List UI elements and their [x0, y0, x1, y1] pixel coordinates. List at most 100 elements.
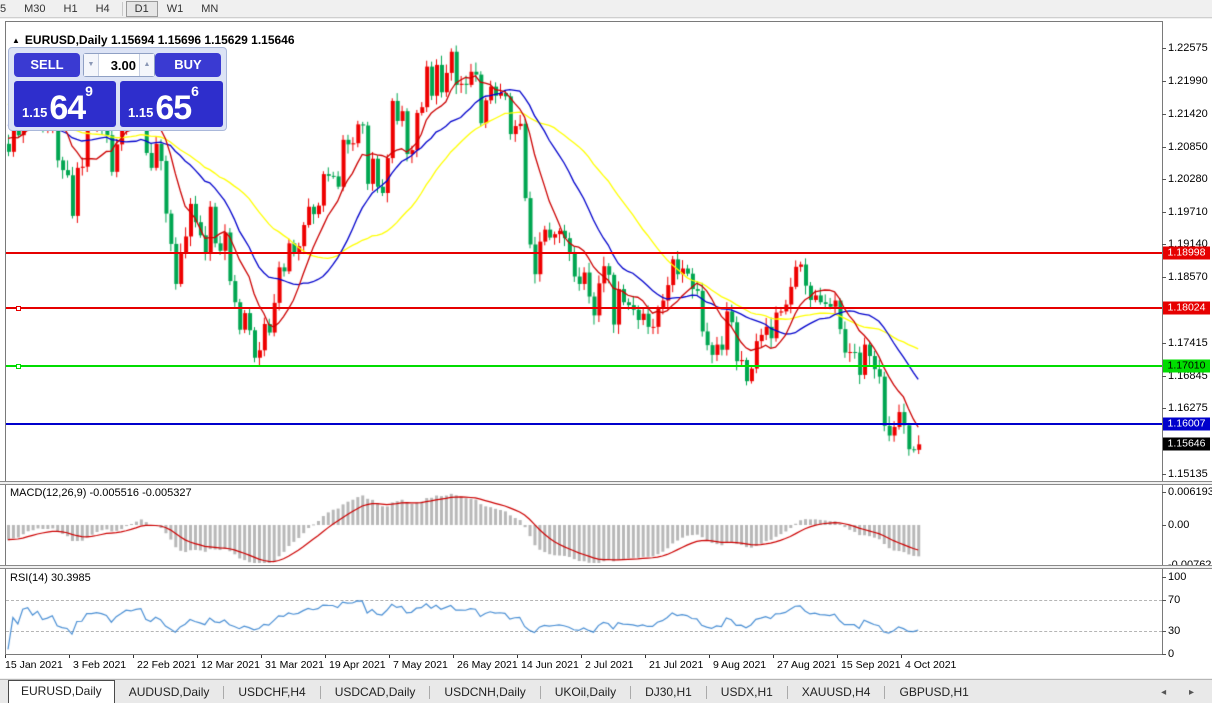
- date-label: 12 Mar 2021: [201, 659, 260, 671]
- horizontal-line-1.17010[interactable]: [6, 365, 1162, 368]
- date-tickmark: [517, 655, 518, 658]
- timeframe-button-5[interactable]: 5: [0, 1, 15, 17]
- quote-high: 1.15696: [157, 33, 202, 47]
- axis-tickmark: [1162, 179, 1166, 181]
- chart-tab-usdcad[interactable]: USDCAD,Daily: [321, 682, 430, 703]
- chart-tab-usdchf[interactable]: USDCHF,H4: [224, 682, 319, 703]
- chart-tab-usdcnh[interactable]: USDCNH,Daily: [430, 682, 539, 703]
- mt4-app: 5 M30 H1 H4 D1 W1 MN ▲ EURUSD,Daily 1.15694 1.1…: [0, 0, 1212, 703]
- chart-tab-usdx[interactable]: USDX,H1: [707, 682, 787, 703]
- volume-decrease-button[interactable]: ▼: [84, 54, 99, 76]
- timeframe-button-h4[interactable]: H4: [87, 1, 119, 17]
- date-label: 15 Sep 2021: [841, 659, 901, 671]
- volume-stepper: ▼ ▲: [83, 53, 155, 77]
- rsi-axis-tick: 0: [1168, 648, 1175, 660]
- date-tickmark: [69, 655, 70, 658]
- horizontal-line-1.16007[interactable]: [6, 422, 1162, 425]
- bid-big-digits: 64: [49, 88, 86, 127]
- price-axis-tick: 1.21990: [1168, 75, 1208, 88]
- sell-button[interactable]: SELL: [14, 53, 80, 77]
- line-anchor-marker[interactable]: [16, 363, 21, 369]
- chart-tab-ukoil[interactable]: UKOil,Daily: [541, 682, 630, 703]
- macd-indicator-label: MACD(12,26,9) -0.005516 -0.005327: [10, 487, 192, 499]
- timeframe-button-w1[interactable]: W1: [158, 1, 193, 17]
- chart-tab-audusd[interactable]: AUDUSD,Daily: [115, 682, 224, 703]
- axis-tickmark: [1162, 525, 1166, 526]
- macd-axis-tick: 0.00: [1168, 519, 1190, 531]
- date-label: 7 May 2021: [393, 659, 448, 671]
- line-anchor-marker[interactable]: [16, 305, 21, 311]
- rsi-pane-splitter[interactable]: [0, 565, 1212, 569]
- date-label: 27 Aug 2021: [777, 659, 836, 671]
- volume-input[interactable]: [99, 54, 139, 76]
- quote-low: 1.15629: [204, 33, 248, 47]
- date-tickmark: [901, 655, 902, 658]
- date-tickmark: [5, 655, 6, 658]
- price-axis-tick: 1.19710: [1168, 205, 1208, 218]
- price-axis-tick: 1.17415: [1168, 337, 1208, 350]
- one-click-trading-panel: SELL ▼ ▲ BUY 1.15 64 9 1.15 65 6: [8, 47, 227, 131]
- volume-increase-button[interactable]: ▲: [139, 54, 154, 76]
- macd-pane-splitter[interactable]: [0, 481, 1212, 485]
- rsi-axis-tick: 70: [1168, 594, 1181, 607]
- axis-tickmark: [1162, 630, 1166, 632]
- timeframe-button-m30[interactable]: M30: [15, 1, 54, 17]
- chart-tab-xauusd[interactable]: XAUUSD,H4: [788, 682, 885, 703]
- horizontal-line-1.18998[interactable]: [6, 251, 1162, 254]
- timeframe-button-h1[interactable]: H1: [55, 1, 87, 17]
- price-level-tag-1.18998: 1.18998: [1163, 246, 1210, 260]
- buy-button[interactable]: BUY: [155, 53, 221, 77]
- axis-tickmark: [1162, 492, 1166, 494]
- price-axis-tick: 1.22575: [1168, 42, 1208, 54]
- date-label: 26 May 2021: [457, 659, 518, 671]
- date-label: 3 Feb 2021: [73, 659, 127, 671]
- date-label: 31 Mar 2021: [265, 659, 324, 671]
- date-tickmark: [709, 655, 710, 658]
- ask-big-digits: 65: [155, 88, 192, 127]
- price-axis-tick: 1.20280: [1168, 173, 1208, 186]
- price-level-tag-1.18024: 1.18024: [1163, 301, 1210, 315]
- price-level-tag-1.17010: 1.17010: [1163, 359, 1210, 373]
- chart-tab-dj30[interactable]: DJ30,H1: [631, 682, 706, 703]
- date-tickmark: [773, 655, 774, 658]
- chart-tab-eurusd[interactable]: EURUSD,Daily: [8, 680, 115, 703]
- date-tickmark: [837, 655, 838, 658]
- date-tickmark: [645, 655, 646, 658]
- axis-tickmark: [1162, 211, 1166, 213]
- axis-tickmark: [1162, 343, 1166, 345]
- date-tickmark: [261, 655, 262, 658]
- price-axis-tick: 1.21420: [1168, 108, 1208, 121]
- horizontal-line-1.18024[interactable]: [6, 307, 1162, 310]
- price-axis-tick: 1.16275: [1168, 402, 1208, 415]
- chart-tab-gbpusd[interactable]: GBPUSD,H1: [885, 682, 982, 703]
- bid-price-button[interactable]: 1.15 64 9: [14, 81, 116, 127]
- axis-tickmark: [1162, 375, 1166, 377]
- axis-tickmark: [1162, 146, 1166, 148]
- axis-tickmark: [1162, 48, 1166, 49]
- date-label: 22 Feb 2021: [137, 659, 196, 671]
- quote-open: 1.15694: [110, 33, 155, 47]
- price-axis-tick: 1.20850: [1168, 140, 1208, 153]
- ask-price-button[interactable]: 1.15 65 6: [120, 81, 223, 127]
- timeframe-button-mn[interactable]: MN: [192, 1, 227, 17]
- date-label: 4 Oct 2021: [905, 659, 957, 671]
- axis-tickmark: [1162, 408, 1166, 410]
- axis-tickmark: [1162, 600, 1166, 602]
- axis-tickmark: [1162, 473, 1166, 475]
- chart-symbol-period: EURUSD,Daily: [24, 33, 108, 47]
- rsi-axis-tick: 30: [1168, 624, 1181, 637]
- date-tickmark: [133, 655, 134, 658]
- date-tickmark: [325, 655, 326, 658]
- date-label: 15 Jan 2021: [5, 659, 63, 671]
- date-tickmark: [197, 655, 198, 658]
- axis-tickmark: [1162, 114, 1166, 116]
- macd-axis-tick: 0.006193: [1168, 486, 1212, 499]
- tab-scroll-arrows[interactable]: ◂ ▸: [1161, 687, 1212, 698]
- chart-tab-bar: EURUSD,Daily AUDUSD,Daily USDCHF,H4 USDCAD,…: [0, 679, 1212, 703]
- price-axis-tick: 1.15135: [1168, 467, 1208, 480]
- price-axis-tick: 1.18570: [1168, 271, 1208, 284]
- timeframe-button-d1[interactable]: D1: [125, 0, 158, 17]
- date-axis: 15 Jan 2021 3 Feb 2021 22 Feb 2021 12 Mar 2…: [0, 655, 1212, 678]
- collapse-panel-icon[interactable]: ▲: [12, 36, 20, 45]
- ask-pipette: 6: [191, 83, 199, 99]
